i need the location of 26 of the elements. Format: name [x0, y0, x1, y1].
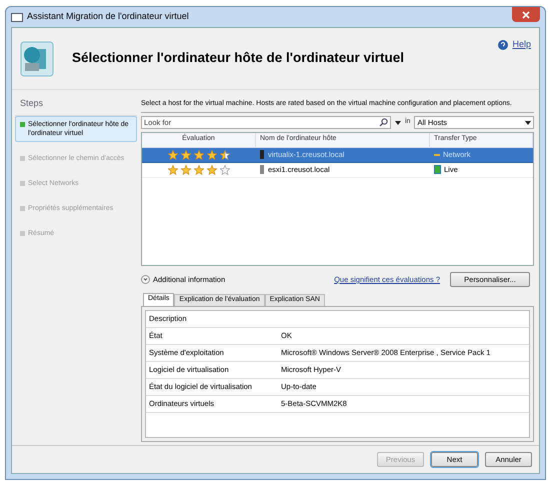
- close-icon: [522, 10, 530, 18]
- bullet-icon: [20, 180, 25, 186]
- star-icon: [220, 164, 230, 174]
- close-button[interactable]: [512, 7, 540, 22]
- bullet-icon: [20, 206, 25, 210]
- bullet-icon: [20, 122, 25, 126]
- star-icon: [181, 150, 191, 160]
- star-icon: [181, 164, 191, 174]
- window-icon: [11, 12, 23, 22]
- star-icon: [194, 150, 204, 160]
- star-icon: [194, 164, 204, 174]
- window-title: Assistant Migration de l'ordinateur virtuel: [27, 10, 189, 24]
- star-icon: [168, 150, 178, 160]
- expand-icon[interactable]: [141, 275, 150, 284]
- help-icon: [498, 40, 508, 50]
- star-icon: [220, 150, 230, 160]
- dropdown-caret-icon[interactable]: [395, 120, 401, 124]
- help-link[interactable]: Help: [512, 38, 531, 52]
- bullet-icon: [20, 230, 25, 236]
- star-icon: [207, 164, 217, 174]
- star-icon: [207, 150, 217, 160]
- search-icon: [379, 118, 388, 127]
- star-icon: [168, 164, 178, 174]
- caret-icon: [525, 120, 531, 124]
- page-title: Sélectionner l'ordinateur hôte de l'ordinateur virtuel: [72, 49, 404, 68]
- bullet-icon: [20, 156, 25, 160]
